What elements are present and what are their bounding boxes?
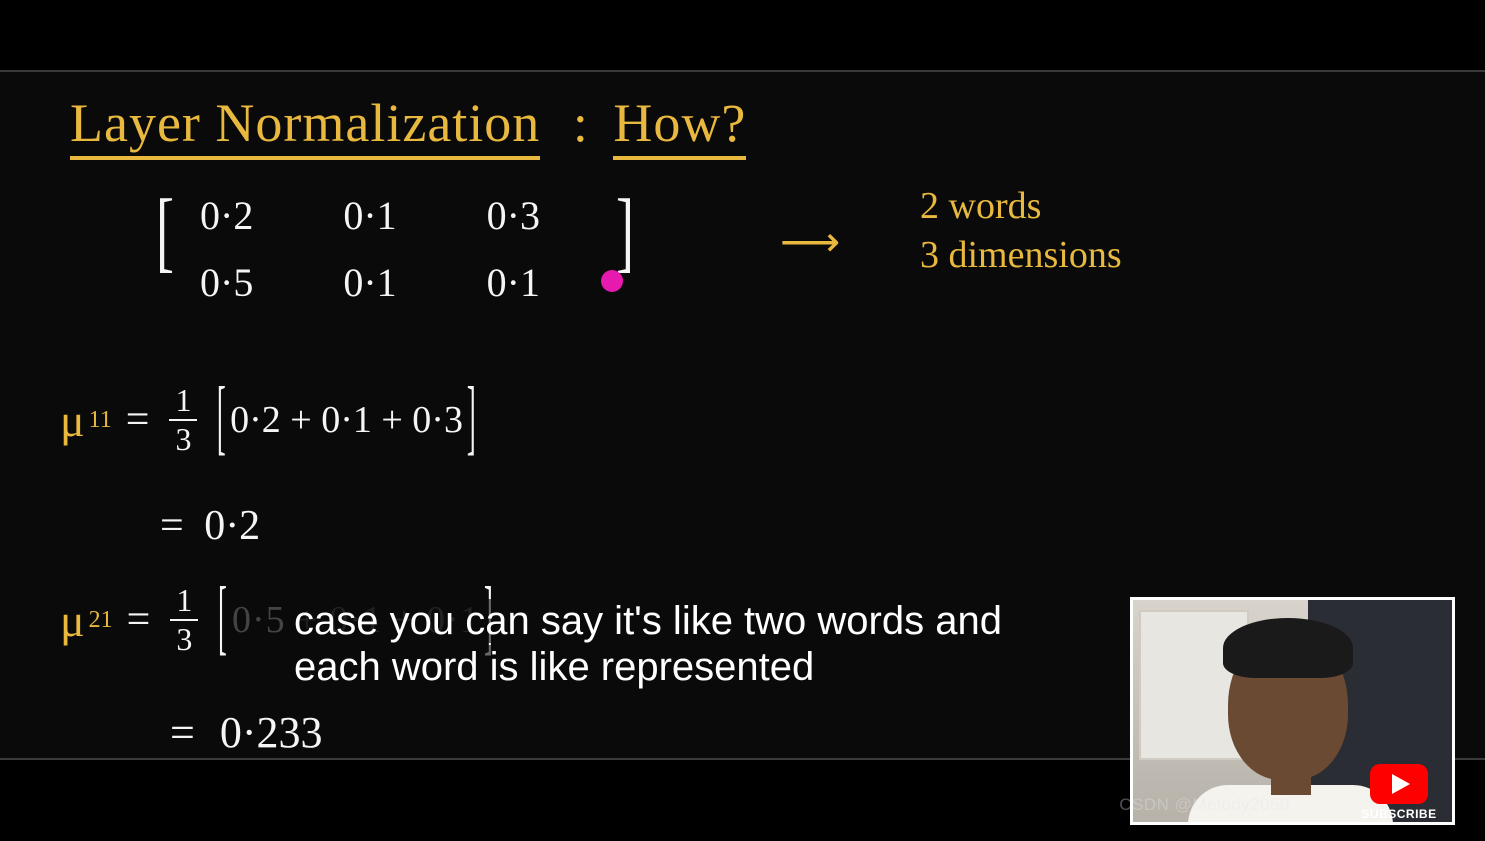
matrix-cell: 0·5 — [200, 259, 253, 306]
matrix-right-bracket: ] — [616, 187, 634, 277]
fraction-numerator: 1 — [169, 382, 197, 421]
equation-mu11-result: = 0·2 — [160, 502, 260, 550]
fraction-denominator: 3 — [176, 621, 192, 658]
slide-title: Layer Normalization : How? — [70, 92, 754, 160]
equals-sign: = — [170, 708, 195, 757]
result-value: 0·2 — [204, 503, 260, 549]
equation-mu11: μ11 = 1 3 [0·2 + 0·1 + 0·3] — [60, 382, 480, 458]
equals-sign: = — [160, 503, 184, 549]
annotation-dimensions: 2 words 3 dimensions — [920, 182, 1122, 281]
mu-subscript: 21 — [89, 607, 113, 634]
title-colon: : — [563, 92, 599, 154]
equation-mu21-result: = 0·233 — [170, 707, 322, 758]
matrix-cell: 0·1 — [343, 192, 396, 239]
annotation-line: 3 dimensions — [920, 231, 1122, 280]
matrix-row-1: 0·2 0·1 0·3 — [200, 192, 540, 239]
subscribe-overlay[interactable]: SUBSCRIBE — [1355, 764, 1443, 821]
matrix-cell: 0·1 — [487, 259, 540, 306]
title-part-2: How? — [613, 92, 746, 160]
equals-sign: = — [127, 596, 151, 644]
pointer-cursor-icon — [601, 270, 623, 292]
caption-line: case you can say it's like two words and — [290, 599, 1006, 643]
matrix-cell: 0·1 — [343, 259, 396, 306]
matrix-cell: 0·2 — [200, 192, 253, 239]
mu-symbol: μ — [60, 594, 85, 647]
equals-sign: = — [126, 396, 150, 444]
fraction: 1 3 — [169, 382, 197, 458]
subscribe-label[interactable]: SUBSCRIBE — [1355, 807, 1443, 821]
matrix-left-bracket: [ — [156, 187, 174, 277]
arrow-icon: ⟶ — [780, 217, 840, 267]
video-caption: case you can say it's like two words and… — [290, 598, 1006, 690]
youtube-play-icon[interactable] — [1370, 764, 1428, 804]
input-matrix: [ 0·2 0·1 0·3 0·5 0·1 0·1 ] — [170, 192, 540, 326]
annotation-line: 2 words — [920, 182, 1122, 231]
title-part-1: Layer Normalization — [70, 92, 540, 160]
fraction-numerator: 1 — [170, 582, 198, 621]
mu-symbol: μ — [60, 394, 85, 447]
result-value: 0·233 — [220, 708, 323, 757]
bracket-expression: [0·2 + 0·1 + 0·3] — [213, 398, 479, 442]
fraction-denominator: 3 — [175, 421, 191, 458]
matrix-cell: 0·3 — [487, 192, 540, 239]
presenter-hair — [1223, 618, 1353, 678]
watermark-text: CSDN @Melody2050 — [1119, 795, 1290, 815]
caption-line: each word is like represented — [290, 645, 818, 689]
mu-subscript: 11 — [89, 407, 112, 434]
matrix-row-2: 0·5 0·1 0·1 — [200, 259, 540, 306]
expression-text: 0·2 + 0·1 + 0·3 — [230, 399, 463, 441]
fraction: 1 3 — [170, 582, 198, 658]
